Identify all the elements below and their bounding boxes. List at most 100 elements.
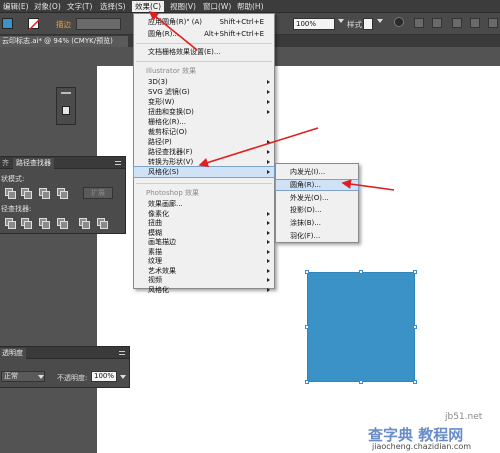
menu-item-illustrator-4[interactable]: 栅格化(R)... bbox=[134, 117, 274, 127]
submenu-arrow-icon bbox=[267, 240, 270, 244]
submenu-item-3-label: 投影(D)... bbox=[290, 206, 322, 215]
last-effect-label: 圆角(R)... bbox=[148, 30, 180, 38]
handle-top-middle[interactable] bbox=[359, 270, 363, 274]
document-tab[interactable]: 云印标志.ai* @ 94% (CMYK/预览) bbox=[0, 36, 128, 47]
opacity-dropdown-icon[interactable] bbox=[338, 19, 344, 23]
tab-align[interactable]: 齐 bbox=[0, 158, 12, 169]
unite-icon[interactable] bbox=[5, 188, 16, 199]
menu-item-photoshop-9-label: 风格化 bbox=[148, 285, 169, 294]
tab-pathfinder[interactable]: 路径查找器 bbox=[13, 158, 54, 169]
menu-item-doc-raster-settings[interactable]: 文档栅格效果设置(E)... bbox=[134, 47, 274, 57]
divide-icon[interactable] bbox=[5, 218, 16, 229]
menu-item-illustrator-5-label: 裁剪标记(O) bbox=[148, 128, 187, 136]
menu-window[interactable]: 窗口(W) bbox=[200, 1, 234, 12]
outline-icon[interactable] bbox=[79, 218, 90, 229]
menu-item-photoshop-2[interactable]: 扭曲 bbox=[134, 218, 274, 228]
menu-item-apply-last[interactable]: 应用圆角(R)" (A) Shift+Ctrl+E bbox=[134, 17, 274, 27]
blue-rectangle[interactable] bbox=[307, 272, 415, 382]
menu-item-illustrator-3[interactable]: 扭曲和变换(D) bbox=[134, 107, 274, 117]
menu-item-photoshop-5[interactable]: 素描 bbox=[134, 247, 274, 257]
menu-item-illustrator-0[interactable]: 3D(3) bbox=[134, 77, 274, 87]
transform-icon[interactable] bbox=[432, 18, 442, 28]
tab-transparency[interactable]: 透明度 bbox=[0, 348, 26, 359]
handle-middle-left[interactable] bbox=[305, 325, 309, 329]
menu-item-illustrator-9[interactable]: 风格化(S) bbox=[133, 166, 275, 178]
submenu-arrow-icon bbox=[267, 221, 270, 225]
blend-mode-dropdown-icon[interactable] bbox=[38, 375, 44, 379]
opacity-dropdown-icon[interactable] bbox=[120, 375, 126, 379]
opacity-field[interactable]: 100% bbox=[293, 18, 335, 30]
submenu-item-0[interactable]: 内发光(I)... bbox=[276, 167, 358, 177]
intersect-icon[interactable] bbox=[39, 188, 50, 199]
photoshop-header-label: Photoshop 效果 bbox=[146, 189, 200, 197]
submenu-arrow-icon bbox=[267, 150, 270, 154]
menu-item-last-effect[interactable]: 圆角(R)... Alt+Shift+Ctrl+E bbox=[134, 29, 274, 39]
opacity-input[interactable]: 100% bbox=[91, 371, 117, 382]
stroke-weight-field[interactable] bbox=[76, 18, 121, 30]
menu-item-photoshop-1-label: 像素化 bbox=[148, 209, 169, 218]
submenu-item-4[interactable]: 涂抹(B)... bbox=[276, 218, 358, 228]
menu-item-illustrator-6[interactable]: 路径(P) bbox=[134, 137, 274, 147]
submenu-item-1[interactable]: 圆角(R)... bbox=[275, 178, 359, 191]
arrange-icon[interactable] bbox=[470, 18, 480, 28]
menu-item-photoshop-6[interactable]: 纹理 bbox=[134, 256, 274, 266]
minus-front-icon[interactable] bbox=[21, 188, 32, 199]
menu-separator bbox=[136, 43, 272, 44]
submenu-arrow-icon bbox=[267, 249, 270, 254]
menu-item-photoshop-3[interactable]: 模糊 bbox=[134, 228, 274, 238]
submenu-arrow-icon bbox=[267, 230, 270, 235]
panel-menu-icon[interactable] bbox=[488, 18, 498, 28]
handle-bottom-right[interactable] bbox=[413, 380, 417, 384]
handle-top-right[interactable] bbox=[413, 270, 417, 274]
handle-top-left[interactable] bbox=[305, 270, 309, 274]
menu-item-illustrator-1[interactable]: SVG 滤镜(G) bbox=[134, 87, 274, 97]
menu-item-illustrator-5[interactable]: 裁剪标记(O) bbox=[134, 127, 274, 137]
style-dropdown-icon[interactable] bbox=[377, 19, 383, 23]
menu-effect[interactable]: 效果(C) bbox=[132, 1, 165, 12]
menu-type[interactable]: 文字(T) bbox=[64, 1, 95, 12]
menu-item-photoshop-8[interactable]: 视频 bbox=[134, 275, 274, 285]
submenu-item-2[interactable]: 外发光(O)... bbox=[276, 193, 358, 203]
document-icon[interactable] bbox=[62, 106, 70, 115]
menu-select[interactable]: 选择(S) bbox=[97, 1, 129, 12]
grip-icon[interactable] bbox=[61, 92, 71, 94]
panel-options-icon[interactable] bbox=[115, 161, 121, 165]
submenu-item-3[interactable]: 投影(D)... bbox=[276, 205, 358, 215]
style-swatch[interactable] bbox=[363, 18, 373, 30]
menu-item-illustrator-7[interactable]: 路径查找器(F) bbox=[134, 147, 274, 157]
apply-suffix: 圆角(R)" (A) bbox=[162, 18, 203, 26]
illustrator-effects-header: Illustrator 效果 bbox=[134, 66, 274, 76]
minus-back-icon[interactable] bbox=[97, 218, 108, 229]
menu-item-illustrator-8-label: 转换为形状(V) bbox=[148, 158, 194, 166]
handle-middle-right[interactable] bbox=[413, 325, 417, 329]
handle-bottom-middle[interactable] bbox=[359, 380, 363, 384]
pathfinder-panel-header: 齐 路径查找器 bbox=[0, 157, 125, 169]
style-label: 样式 bbox=[347, 20, 362, 29]
submenu-arrow-icon bbox=[267, 80, 270, 84]
align-icon[interactable] bbox=[414, 18, 424, 28]
handle-bottom-left[interactable] bbox=[305, 380, 309, 384]
menu-item-illustrator-8[interactable]: 转换为形状(V) bbox=[134, 157, 274, 167]
recolor-icon[interactable] bbox=[394, 17, 404, 27]
menu-item-illustrator-2[interactable]: 变形(W) bbox=[134, 97, 274, 107]
expand-button[interactable]: 扩展 bbox=[83, 187, 113, 199]
menu-edit[interactable]: 编辑(E) bbox=[0, 1, 32, 12]
stroke-label[interactable]: 描边 bbox=[56, 19, 71, 30]
panel-options-icon[interactable] bbox=[119, 351, 125, 355]
menu-item-photoshop-4[interactable]: 画笔描边 bbox=[134, 237, 274, 247]
menu-item-photoshop-1[interactable]: 像素化 bbox=[134, 209, 274, 219]
crop-icon[interactable] bbox=[57, 218, 68, 229]
stroke-swatch[interactable] bbox=[28, 18, 40, 30]
menu-item-photoshop-7[interactable]: 艺术效果 bbox=[134, 266, 274, 276]
exclude-icon[interactable] bbox=[57, 188, 68, 199]
menu-item-photoshop-0[interactable]: 效果画廊... bbox=[134, 199, 274, 209]
fill-swatch[interactable] bbox=[2, 18, 13, 29]
menu-item-photoshop-9[interactable]: 风格化 bbox=[134, 285, 274, 295]
trim-icon[interactable] bbox=[21, 218, 32, 229]
merge-icon[interactable] bbox=[39, 218, 50, 229]
menu-help[interactable]: 帮助(H) bbox=[234, 1, 267, 12]
menu-view[interactable]: 视图(V) bbox=[167, 1, 199, 12]
isolate-icon[interactable] bbox=[452, 18, 462, 28]
menu-object[interactable]: 对象(O) bbox=[31, 1, 64, 12]
submenu-item-5[interactable]: 羽化(F)... bbox=[276, 231, 358, 241]
